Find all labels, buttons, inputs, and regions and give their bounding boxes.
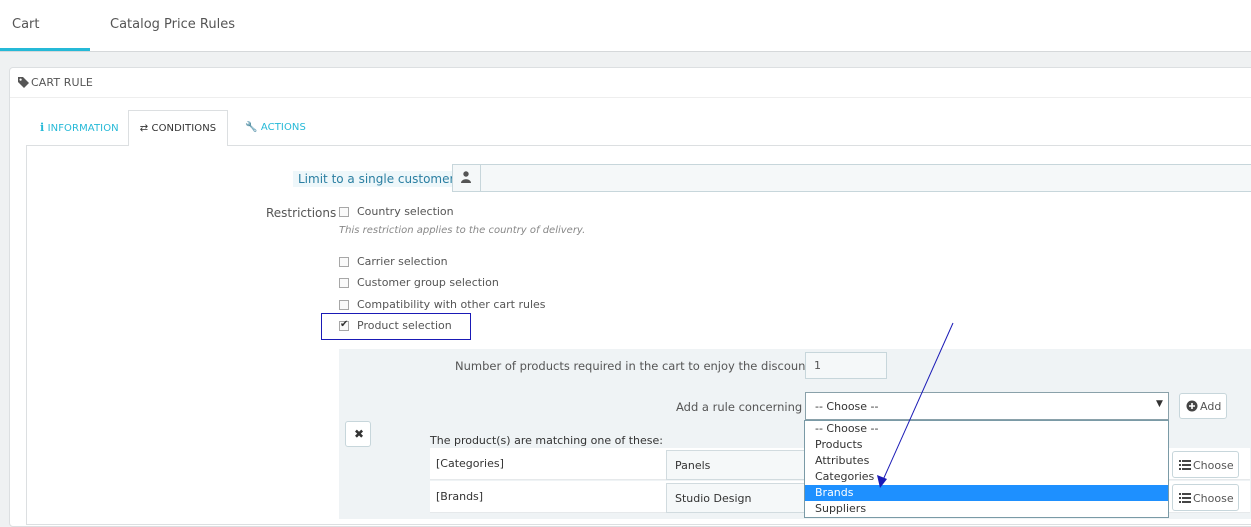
row-type: [Brands] xyxy=(436,490,484,503)
qty-label: Number of products required in the cart … xyxy=(455,359,814,373)
rule-label: Add a rule concerning xyxy=(676,400,803,414)
annotation-arrow xyxy=(877,322,954,488)
matching-label: The product(s) are matching one of these… xyxy=(430,434,663,447)
tab-catalog-price-rules[interactable]: Catalog Price Rules xyxy=(98,0,247,51)
carrier-selection-label: Carrier selection xyxy=(357,255,448,268)
row-value: Studio Design xyxy=(675,492,752,505)
country-selection-checkbox[interactable] xyxy=(339,207,349,217)
tab-cart-rules[interactable]: Cart Rules xyxy=(0,0,90,82)
row-value-box[interactable]: Panels xyxy=(666,450,806,480)
tab-information[interactable]: i INFORMATION xyxy=(40,110,120,146)
limit-customer-input-group[interactable] xyxy=(452,164,1251,192)
tab-conditions-label: CONDITIONS xyxy=(151,123,217,134)
panel-title: CART RULE xyxy=(31,76,93,89)
customer-group-checkbox[interactable] xyxy=(339,278,349,288)
compatibility-label: Compatibility with other cart rules xyxy=(357,298,546,311)
wrench-icon: 🔧 xyxy=(245,122,258,133)
qty-value: 1 xyxy=(814,359,821,372)
info-icon: i xyxy=(40,121,45,134)
limit-customer-label: Limit to a single customer xyxy=(293,171,460,187)
shuffle-icon: ⇄ xyxy=(139,123,149,134)
panel-heading: CART RULE xyxy=(10,68,1251,98)
user-icon xyxy=(461,171,471,183)
list-icon xyxy=(1179,493,1191,503)
plus-circle-icon xyxy=(1186,400,1198,412)
remove-group-button[interactable]: ✖ xyxy=(345,421,371,447)
choose-label: Choose xyxy=(1193,492,1234,505)
country-help-text: This restriction applies to the country … xyxy=(339,225,586,236)
restrictions-label: Restrictions xyxy=(266,206,337,220)
tab-catalog-price-rules-label: Catalog Price Rules xyxy=(110,17,235,32)
list-icon xyxy=(1179,460,1191,470)
row-value-box[interactable]: Studio Design xyxy=(666,483,806,513)
close-icon: ✖ xyxy=(354,427,365,441)
tab-conditions[interactable]: ⇄ CONDITIONS xyxy=(128,110,228,146)
row-type: [Categories] xyxy=(436,457,504,470)
tab-actions-label: ACTIONS xyxy=(260,122,306,133)
add-rule-button[interactable]: Add xyxy=(1179,393,1227,419)
row-value: Panels xyxy=(675,459,711,472)
product-selection-highlight xyxy=(321,313,471,340)
choose-label: Choose xyxy=(1193,459,1234,472)
carrier-selection-checkbox[interactable] xyxy=(339,257,349,267)
customer-group-label: Customer group selection xyxy=(357,276,499,289)
dropdown-option-suppliers[interactable]: Suppliers xyxy=(805,501,1168,517)
country-selection-label: Country selection xyxy=(357,205,454,218)
add-rule-label: Add xyxy=(1200,400,1222,413)
caret-down-icon: ▼ xyxy=(1156,399,1163,409)
top-tab-bar: Cart Rules Catalog Price Rules xyxy=(0,0,1251,82)
user-addon xyxy=(453,165,481,191)
tab-information-label: INFORMATION xyxy=(47,123,119,134)
choose-button[interactable]: Choose xyxy=(1172,484,1239,511)
tab-actions[interactable]: 🔧 ACTIONS xyxy=(245,110,315,146)
tag-icon xyxy=(18,77,29,88)
compatibility-checkbox[interactable] xyxy=(339,300,349,310)
choose-button[interactable]: Choose xyxy=(1172,451,1239,478)
rule-type-dropdown-list: -- Choose -- Products Attributes Categor… xyxy=(804,420,1169,518)
